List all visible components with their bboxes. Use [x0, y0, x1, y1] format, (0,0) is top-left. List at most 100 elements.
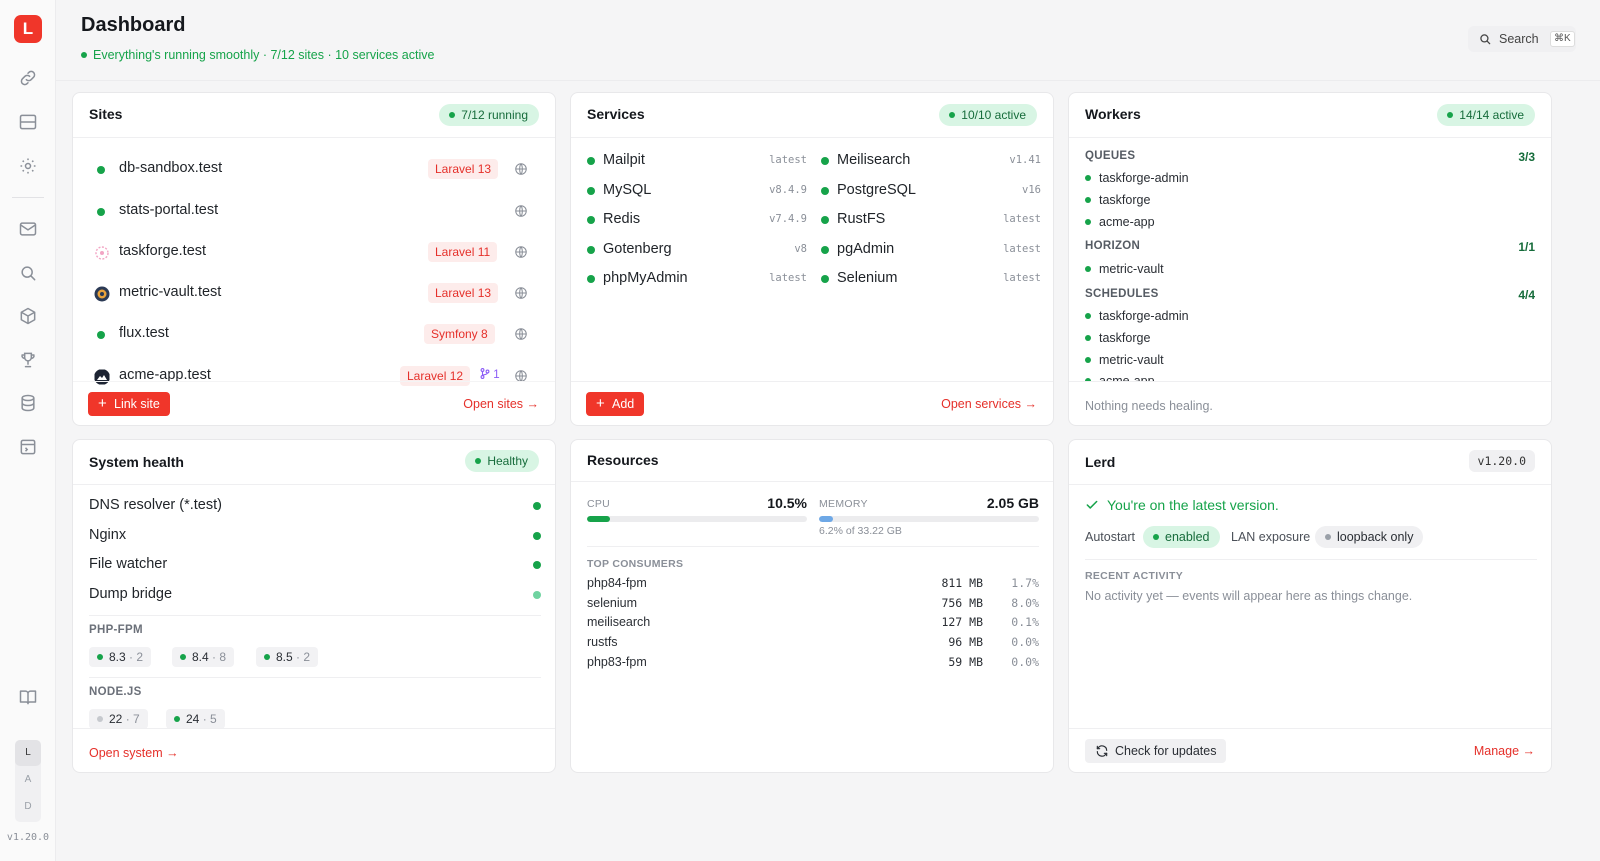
- system-health-card: System health Healthy DNS resolver (*.te…: [72, 439, 556, 773]
- globe-icon[interactable]: [514, 204, 528, 218]
- mode-dark[interactable]: D: [15, 794, 41, 820]
- worker-item[interactable]: taskforge-admin: [1085, 171, 1189, 185]
- service-name[interactable]: Selenium: [837, 270, 897, 286]
- branch-count: 1: [480, 368, 500, 381]
- worker-item[interactable]: acme-app: [1085, 215, 1155, 229]
- service-item[interactable]: Meilisearch v1.41: [821, 150, 1041, 172]
- service-name[interactable]: RustFS: [837, 211, 885, 227]
- service-item[interactable]: phpMyAdmin latest: [587, 268, 807, 290]
- sidebar-divider: [12, 197, 44, 198]
- globe-icon[interactable]: [514, 286, 528, 300]
- globe-icon[interactable]: [514, 327, 528, 341]
- worker-item[interactable]: taskforge: [1085, 193, 1150, 207]
- service-version: v16: [1022, 184, 1041, 196]
- service-name[interactable]: Meilisearch: [837, 152, 910, 168]
- manage-link[interactable]: Manage →: [1474, 744, 1535, 758]
- site-row[interactable]: acme-app.test Laravel 12 1: [73, 364, 555, 394]
- horizon-label: HORIZON: [1085, 240, 1141, 252]
- service-name[interactable]: Mailpit: [603, 152, 645, 168]
- page-status: Everything's running smoothly · 7/12 sit…: [81, 48, 434, 62]
- mode-light[interactable]: L: [15, 740, 41, 766]
- cpu-progress-fill: [587, 516, 611, 522]
- service-item[interactable]: RustFS latest: [821, 209, 1041, 231]
- open-services-link[interactable]: Open services →: [941, 397, 1037, 411]
- lerd-title: Lerd: [1085, 454, 1116, 470]
- globe-icon[interactable]: [514, 162, 528, 176]
- worker-item[interactable]: metric-vault: [1085, 353, 1164, 367]
- autostart-toggle[interactable]: enabled: [1143, 526, 1220, 548]
- link-site-button[interactable]: + Link site: [88, 392, 170, 416]
- trophy-icon[interactable]: [18, 350, 38, 370]
- service-name[interactable]: phpMyAdmin: [603, 270, 688, 286]
- php-version-chip[interactable]: 8.5 · 2: [256, 647, 319, 667]
- service-version: latest: [769, 272, 807, 284]
- php-fpm-label: PHP-FPM: [89, 624, 143, 636]
- health-check-row: File watcher: [89, 554, 541, 576]
- status-dot: [533, 591, 541, 599]
- server-icon[interactable]: [18, 112, 38, 132]
- resources-card: Resources CPU 10.5% MEMORY 2.05 GB 6.2% …: [570, 439, 1054, 773]
- open-sites-link[interactable]: Open sites →: [463, 397, 539, 411]
- worker-item[interactable]: taskforge: [1085, 331, 1150, 345]
- node-version-chip[interactable]: 22 · 7: [89, 709, 148, 729]
- cpu-value: 10.5%: [767, 495, 807, 511]
- framework-badge: Laravel 12: [400, 366, 471, 386]
- site-row[interactable]: flux.test Symfony 8: [73, 322, 555, 352]
- check-updates-button[interactable]: Check for updates: [1085, 739, 1227, 763]
- node-version-chip[interactable]: 24 · 5: [166, 709, 225, 729]
- lerd-logo[interactable]: L: [14, 15, 42, 43]
- link-icon[interactable]: [18, 68, 38, 88]
- site-row[interactable]: metric-vault.test Laravel 13: [73, 281, 555, 311]
- site-name[interactable]: metric-vault.test: [119, 284, 221, 300]
- php-version-chip[interactable]: 8.3 · 2: [89, 647, 152, 667]
- site-row[interactable]: stats-portal.test: [73, 199, 555, 229]
- book-icon[interactable]: [18, 687, 38, 707]
- service-name[interactable]: pgAdmin: [837, 241, 894, 257]
- services-title: Services: [587, 106, 645, 122]
- service-item[interactable]: PostgreSQL v16: [821, 180, 1041, 202]
- service-item[interactable]: Selenium latest: [821, 268, 1041, 290]
- status-dot: [821, 246, 829, 254]
- open-system-link[interactable]: Open system →: [89, 746, 179, 760]
- service-name[interactable]: MySQL: [603, 182, 651, 198]
- globe-icon[interactable]: [514, 245, 528, 259]
- search-button[interactable]: Search ⌘K: [1468, 26, 1576, 52]
- site-name[interactable]: stats-portal.test: [119, 202, 218, 218]
- site-name[interactable]: flux.test: [119, 325, 169, 341]
- service-item[interactable]: Mailpit latest: [587, 150, 807, 172]
- site-row[interactable]: db-sandbox.test Laravel 13: [73, 157, 555, 187]
- service-item[interactable]: Gotenberg v8: [587, 239, 807, 261]
- status-text: Everything's running smoothly · 7/12 sit…: [93, 48, 435, 62]
- memory-progress-fill: [819, 516, 833, 522]
- service-item[interactable]: Redis v7.4.9: [587, 209, 807, 231]
- site-name[interactable]: taskforge.test: [119, 243, 206, 259]
- plus-icon: +: [98, 395, 107, 412]
- service-name[interactable]: PostgreSQL: [837, 182, 916, 198]
- package-icon[interactable]: [18, 306, 38, 326]
- mail-icon[interactable]: [18, 219, 38, 239]
- database-icon[interactable]: [18, 393, 38, 413]
- lan-exposure-toggle[interactable]: loopback only: [1315, 526, 1424, 548]
- status-dot: [821, 187, 829, 195]
- site-name[interactable]: db-sandbox.test: [119, 160, 222, 176]
- consumer-row: selenium 756 MB 8.0%: [587, 596, 1039, 610]
- health-title: System health: [89, 454, 184, 470]
- terminal-icon[interactable]: [18, 437, 38, 457]
- worker-item[interactable]: acme-app: [1085, 374, 1155, 381]
- service-name[interactable]: Redis: [603, 211, 640, 227]
- lerd-version-badge: v1.20.0: [1468, 450, 1535, 472]
- mode-auto[interactable]: A: [15, 767, 41, 793]
- queues-label: QUEUES: [1085, 150, 1136, 162]
- service-item[interactable]: MySQL v8.4.9: [587, 180, 807, 202]
- add-service-button[interactable]: + Add: [586, 392, 645, 416]
- worker-item[interactable]: metric-vault: [1085, 262, 1164, 276]
- worker-item[interactable]: taskforge-admin: [1085, 309, 1189, 323]
- service-name[interactable]: Gotenberg: [603, 241, 672, 257]
- site-row[interactable]: taskforge.test Laravel 11: [73, 240, 555, 270]
- service-version: latest: [1003, 243, 1041, 255]
- horizon-count: 1/1: [1518, 240, 1535, 254]
- search-icon[interactable]: [18, 263, 38, 283]
- service-item[interactable]: pgAdmin latest: [821, 239, 1041, 261]
- gear-icon[interactable]: [18, 156, 38, 176]
- php-version-chip[interactable]: 8.4 · 8: [172, 647, 235, 667]
